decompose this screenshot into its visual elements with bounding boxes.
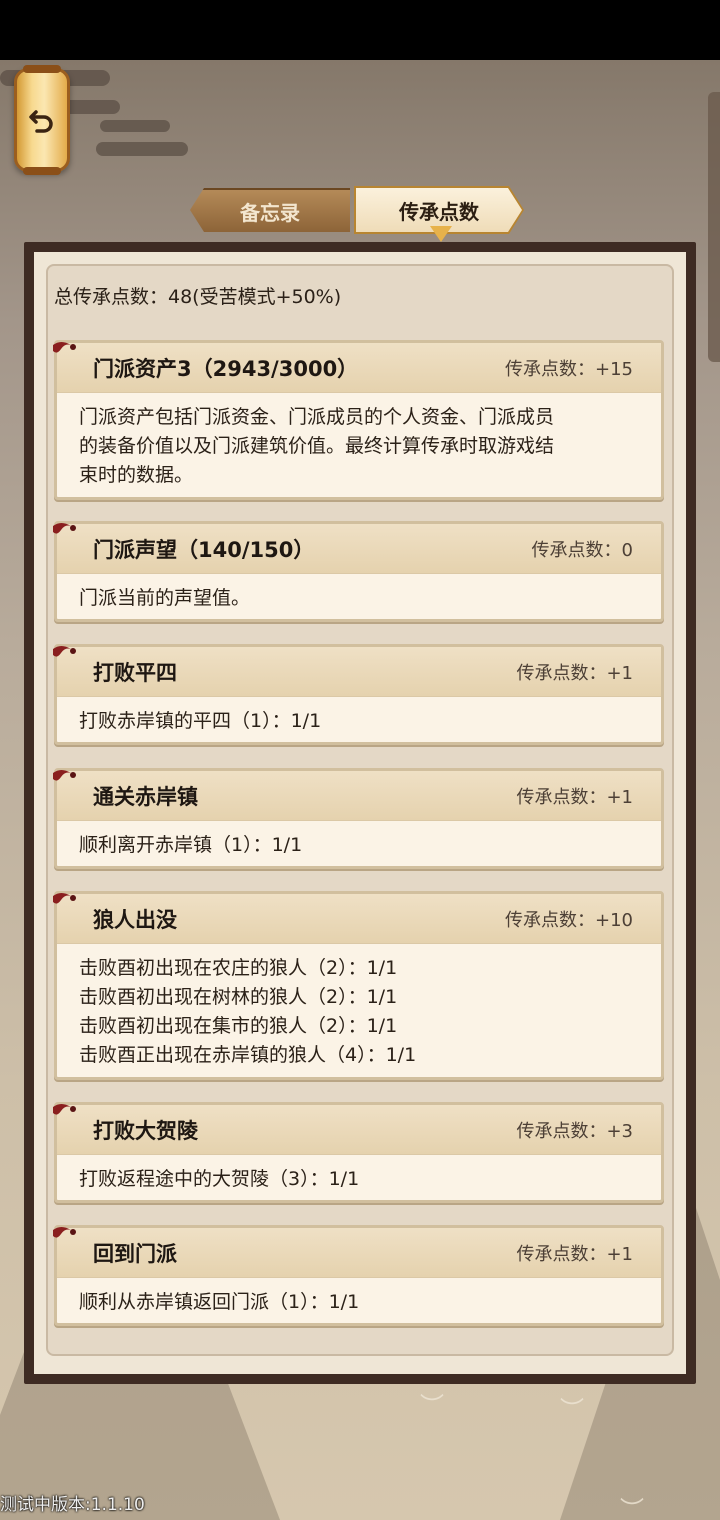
total-heritage-points: 总传承点数：48(受苦模式+50%): [54, 286, 342, 308]
card-line: 击败酉初出现在农庄的狼人（2）：1/1: [79, 957, 398, 979]
tab-memo[interactable]: 备忘录: [190, 188, 350, 232]
card-points: 传承点数：+1: [516, 1243, 633, 1265]
heritage-card-werewolves: 狼人出没 传承点数：+10 击败酉初出现在农庄的狼人（2）：1/1 击败酉初出现…: [53, 891, 664, 1080]
card-points: 传承点数：+1: [516, 662, 633, 684]
card-line: 击败酉初出现在集市的狼人（2）：1/1: [79, 1015, 398, 1037]
heritage-card-reputation: 门派声望（140/150） 传承点数：0 门派当前的声望值。: [53, 521, 664, 622]
heritage-card-defeat-pingsi: 打败平四 传承点数：+1 打败赤岸镇的平四（1）：1/1: [53, 644, 664, 745]
tassel-icon: [53, 1227, 76, 1238]
card-title: 回到门派: [93, 1241, 177, 1266]
card-line: 的装备价值以及门派建筑价值。最终计算传承时取游戏结: [79, 435, 555, 457]
card-points: 传承点数：0: [531, 539, 633, 561]
card-line: 打败返程途中的大贺陵（3）：1/1: [79, 1168, 360, 1190]
card-title: 门派资产3（2943/3000）: [93, 356, 359, 381]
card-points: 传承点数：+10: [505, 909, 633, 931]
status-bar: [0, 0, 720, 60]
card-title: 通关赤岸镇: [93, 784, 198, 809]
tassel-icon: [53, 770, 76, 781]
tassel-icon: [53, 646, 76, 657]
side-scroll-edge: [708, 92, 720, 362]
version-label: 测试中版本:1.1.10: [0, 1495, 145, 1515]
heritage-card-defeat-dahling: 打败大贺陵 传承点数：+3 打败返程途中的大贺陵（3）：1/1: [53, 1102, 664, 1203]
card-line: 顺利从赤岸镇返回门派（1）：1/1: [79, 1291, 360, 1313]
card-line: 击败酉初出现在树林的狼人（2）：1/1: [79, 986, 398, 1008]
card-line: 门派资产包括门派资金、门派成员的个人资金、门派成员: [79, 406, 555, 428]
heritage-card-return-sect: 回到门派 传承点数：+1 顺利从赤岸镇返回门派（1）：1/1: [53, 1225, 664, 1326]
tassel-icon: [53, 342, 76, 353]
tassel-icon: [53, 523, 76, 534]
heritage-card-assets: 门派资产3（2943/3000） 传承点数：+15 门派资产包括门派资金、门派成…: [53, 340, 664, 500]
card-line: 门派当前的声望值。: [79, 587, 251, 609]
card-title: 打败大贺陵: [93, 1118, 198, 1143]
card-title: 打败平四: [93, 660, 177, 685]
card-line: 击败酉正出现在赤岸镇的狼人（4）：1/1: [79, 1044, 417, 1066]
card-points: 传承点数：+1: [516, 786, 633, 808]
back-arrow-icon: [29, 110, 53, 133]
card-title: 狼人出没: [93, 907, 177, 932]
card-line: 束时的数据。: [79, 464, 194, 486]
card-title: 门派声望（140/150）: [93, 537, 315, 562]
tab-heritage-points[interactable]: 传承点数: [356, 188, 522, 232]
tassel-icon: [53, 893, 76, 904]
back-button[interactable]: [14, 65, 70, 175]
heritage-card-clear-town: 通关赤岸镇 传承点数：+1 顺利离开赤岸镇（1）：1/1: [53, 768, 664, 869]
card-points: 传承点数：+3: [516, 1120, 633, 1142]
card-line: 打败赤岸镇的平四（1）：1/1: [79, 710, 322, 732]
tassel-icon: [53, 1104, 76, 1115]
card-points: 传承点数：+15: [505, 358, 633, 380]
card-line: 顺利离开赤岸镇（1）：1/1: [79, 834, 303, 856]
